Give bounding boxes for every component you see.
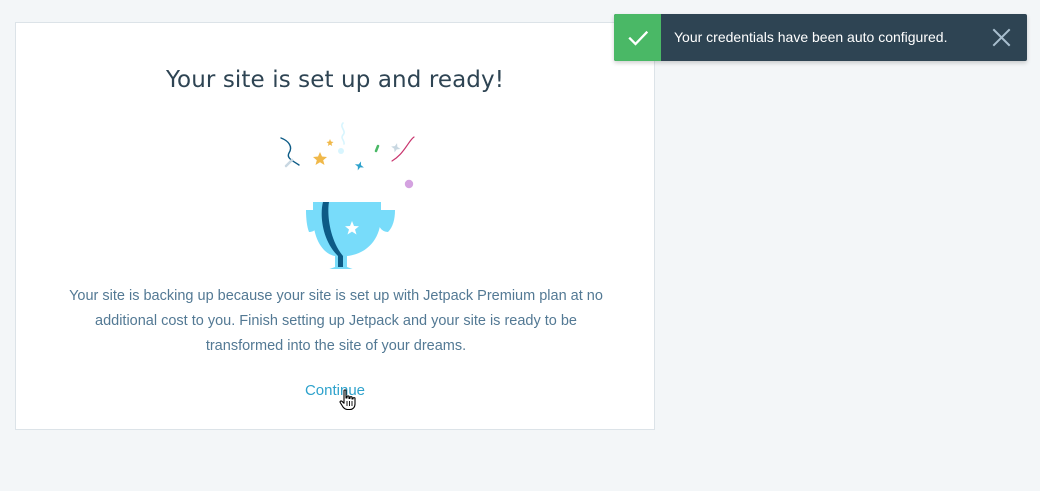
setup-description: Your site is backing up because your sit…: [69, 288, 603, 354]
close-icon[interactable]: [992, 28, 1011, 47]
hand-cursor-icon: [339, 389, 356, 411]
checkmark-icon: [614, 14, 661, 61]
continue-link[interactable]: Continue: [16, 382, 654, 399]
notice-message: Your credentials have been auto configur…: [674, 29, 948, 45]
trophy-with-confetti-icon: [280, 122, 415, 269]
success-notice: Your credentials have been auto configur…: [614, 14, 1027, 61]
setup-complete-card: Your site is set up and ready! Your site…: [15, 22, 655, 430]
page-title: Your site is set up and ready!: [165, 67, 505, 93]
